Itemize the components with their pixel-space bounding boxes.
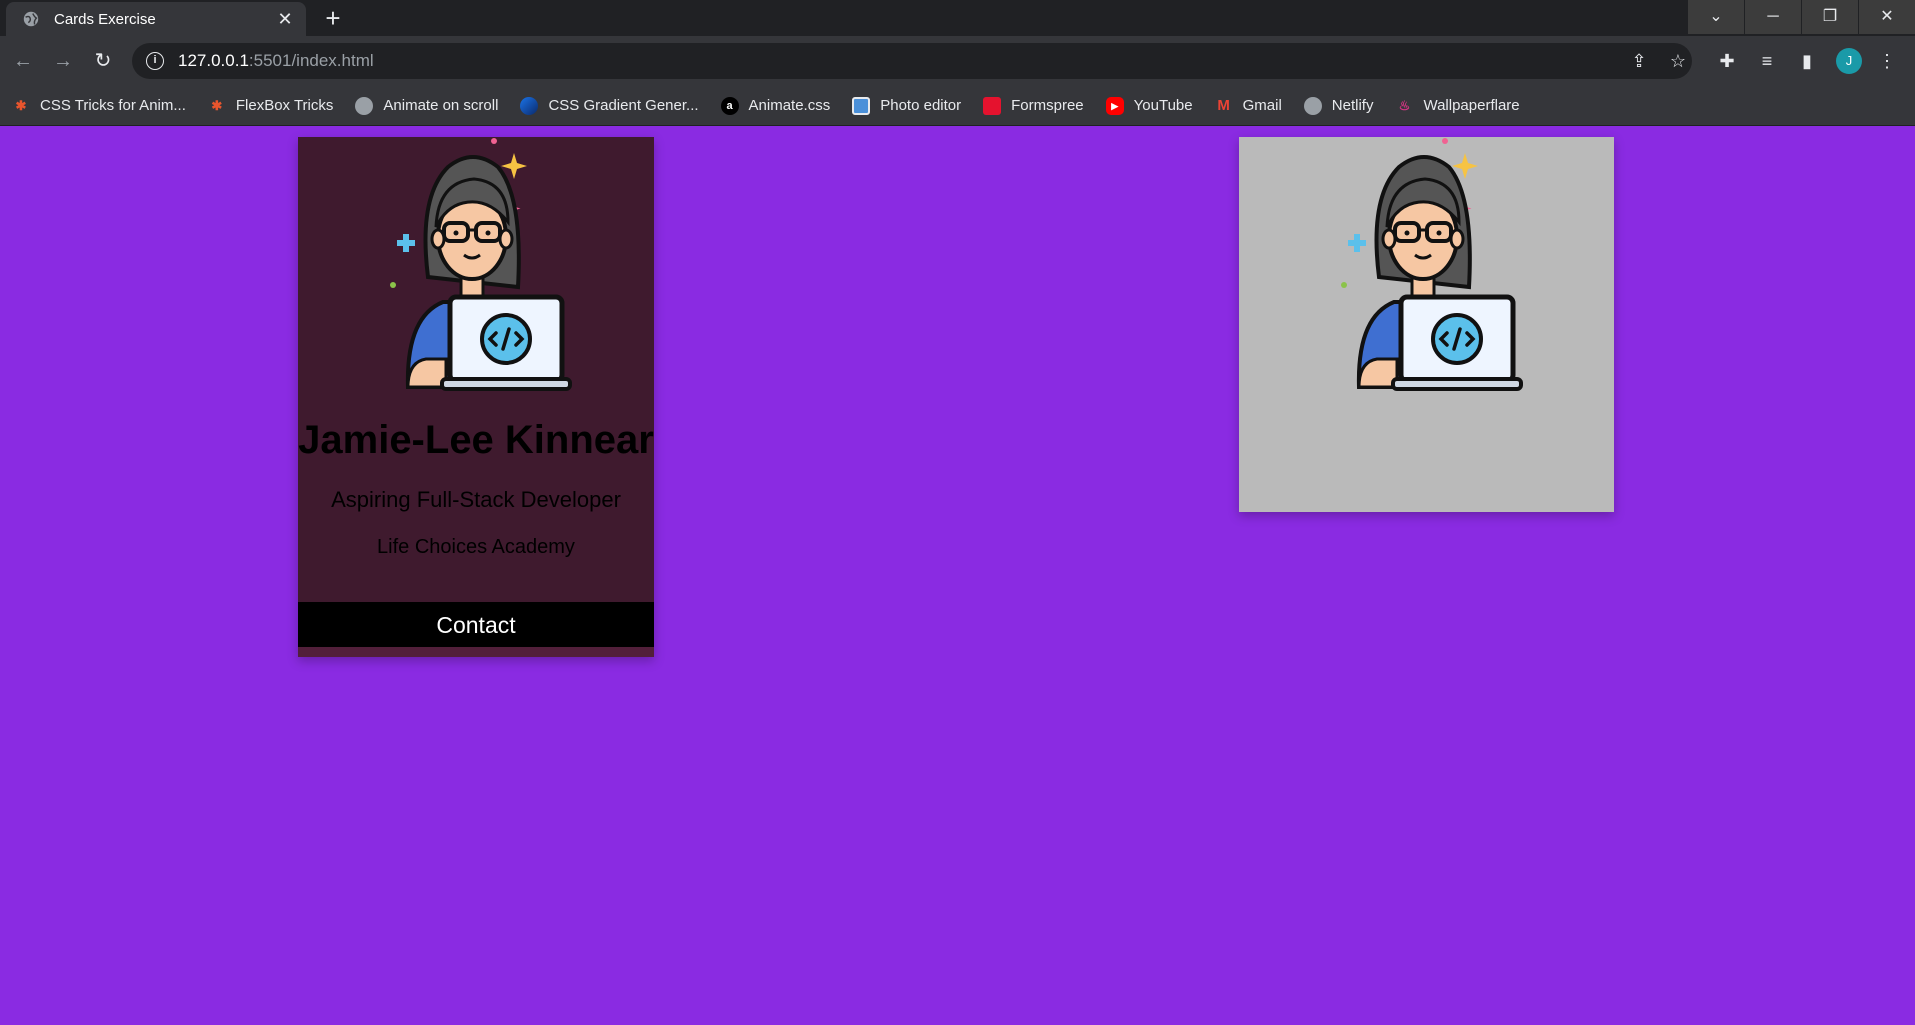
close-tab-icon[interactable]: ✕: [276, 9, 294, 30]
bookmark-gmail[interactable]: M Gmail: [1215, 96, 1281, 115]
minimize-button[interactable]: ─: [1745, 0, 1801, 34]
profile-role: Aspiring Full-Stack Developer: [331, 487, 621, 512]
bookmark-wallpaperflare[interactable]: ♨ Wallpaperflare: [1395, 97, 1520, 115]
avatar-card: [1239, 137, 1614, 512]
close-window-button[interactable]: ✕: [1859, 0, 1915, 34]
bookmark-css-tricks[interactable]: ✱ CSS Tricks for Anim...: [12, 97, 186, 115]
share-icon[interactable]: ⇪: [1627, 49, 1651, 73]
bookmark-star-icon[interactable]: ☆: [1666, 49, 1690, 73]
back-button[interactable]: ←: [8, 46, 38, 76]
page-content: Jamie-Lee Kinnear Aspiring Full-Stack De…: [0, 127, 1915, 1025]
bookmark-netlify[interactable]: Netlify: [1303, 96, 1373, 115]
globe-icon: [23, 11, 39, 27]
reload-button[interactable]: ↻: [88, 46, 118, 76]
asterisk-icon: ✱: [15, 97, 27, 113]
photo-icon: [852, 96, 871, 115]
url-path: :5501/index.html: [248, 51, 374, 70]
profile-name: Jamie-Lee Kinnear: [298, 418, 654, 462]
new-tab-button[interactable]: +: [316, 4, 350, 34]
url-host: 127.0.0.1: [178, 51, 249, 70]
youtube-icon: ▶: [1105, 96, 1124, 115]
card-footer: [298, 647, 654, 657]
media-control-icon[interactable]: ≡: [1755, 49, 1779, 73]
forward-button[interactable]: →: [48, 46, 78, 76]
flame-icon: ♨: [1398, 97, 1411, 113]
bookmarks-bar: ✱ CSS Tricks for Anim... ✱ FlexBox Trick…: [0, 86, 1915, 126]
bookmark-flexbox-tricks[interactable]: ✱ FlexBox Tricks: [208, 97, 333, 115]
bookmark-youtube[interactable]: ▶ YouTube: [1105, 96, 1193, 115]
tab-strip: Cards Exercise ✕ + ⌄ ─ ❐ ✕: [0, 0, 1915, 36]
a-icon: a: [720, 96, 739, 115]
profile-avatar[interactable]: J: [1836, 48, 1862, 74]
bookmark-formspree[interactable]: Formspree: [983, 96, 1084, 115]
bookmark-animate-on-scroll[interactable]: Animate on scroll: [355, 96, 498, 115]
side-panel-icon[interactable]: ▮: [1795, 49, 1819, 73]
asterisk-icon: ✱: [211, 97, 223, 113]
site-info-icon[interactable]: i: [146, 52, 164, 70]
address-bar[interactable]: i 127.0.0.1 :5501/index.html: [132, 43, 1692, 79]
tab-cards-exercise[interactable]: Cards Exercise ✕: [6, 2, 306, 36]
developer-avatar-illustration: [390, 138, 572, 391]
developer-avatar-illustration: [1341, 138, 1523, 391]
gradient-icon: [520, 96, 539, 115]
profile-card: Jamie-Lee Kinnear Aspiring Full-Stack De…: [298, 137, 654, 657]
browser-toolbar: ← → ↻ i 127.0.0.1 :5501/index.html ⇪ ☆ ✚…: [0, 36, 1915, 86]
contact-button[interactable]: Contact: [298, 602, 654, 647]
extensions-icon[interactable]: ✚: [1715, 49, 1739, 73]
menu-icon[interactable]: ⋮: [1875, 49, 1899, 73]
bookmark-animate-css[interactable]: a Animate.css: [720, 96, 830, 115]
gmail-icon: M: [1217, 96, 1230, 114]
globe-icon: [355, 96, 374, 115]
profile-school: Life Choices Academy: [377, 536, 575, 558]
restore-button[interactable]: ❐: [1802, 0, 1858, 34]
tab-title: Cards Exercise: [54, 10, 156, 28]
formspree-icon: [983, 96, 1002, 115]
globe-icon: [1303, 96, 1322, 115]
tab-search-icon[interactable]: ⌄: [1688, 0, 1744, 34]
bookmark-css-gradient[interactable]: CSS Gradient Gener...: [520, 96, 699, 115]
bookmark-photo-editor[interactable]: Photo editor: [852, 96, 961, 115]
